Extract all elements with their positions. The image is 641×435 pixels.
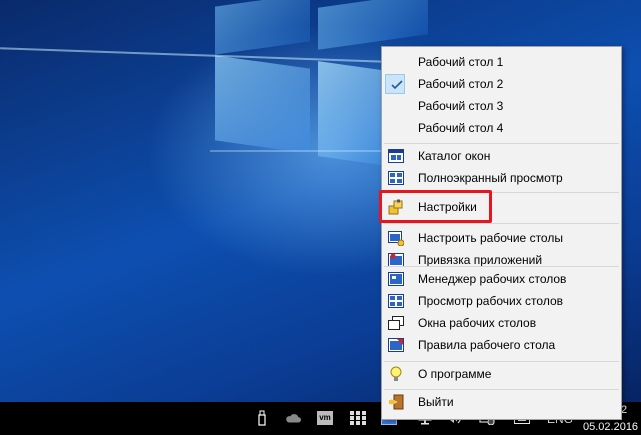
menu-item-label: Окна рабочих столов [418,316,537,330]
menu-item-desktop-1[interactable]: Рабочий стол 1 [382,51,621,73]
desktop-view-icon [388,293,404,309]
menu-item-desktop-windows[interactable]: Окна рабочих столов [382,312,621,334]
fullscreen-view-icon [388,170,404,186]
menu-item-fullscreen-view[interactable]: Полноэкранный просмотр [382,167,621,189]
menu-item-label: Просмотр рабочих столов [418,294,564,308]
menu-separator [384,143,619,144]
menu-item-desktop-rules[interactable]: Правила рабочего стола [382,334,621,356]
menu-item-exit[interactable]: Выйти [382,391,621,413]
context-menu: Рабочий стол 1 Рабочий стол 2 Рабочий ст… [381,46,622,420]
checkmark-icon [390,77,406,93]
windows-logo-pane-bottom-left [215,55,310,154]
menu-item-about[interactable]: О программе [382,363,621,385]
menu-item-label: Настроить рабочие столы [418,231,563,245]
clock-date[interactable]: 05.02.2016 [583,421,638,433]
menu-separator [384,361,619,362]
vm-badge: vm [317,411,333,425]
vmware-icon[interactable]: vm [317,410,333,426]
menu-item-label: Полноэкранный просмотр [418,171,563,185]
menu-item-desktop-2[interactable]: Рабочий стол 2 [382,73,621,95]
menu-item-label: Каталог окон [418,149,491,163]
menu-item-desktop-3[interactable]: Рабочий стол 3 [382,95,621,117]
configure-desktops-icon [388,230,405,247]
exit-door-icon [388,394,404,410]
onedrive-icon[interactable] [285,410,301,426]
menu-item-label: Выйти [418,395,454,409]
menu-item-label: О программе [418,367,492,381]
menu-separator [384,389,619,390]
menu-item-label: Правила рабочего стола [418,338,556,352]
lightbulb-icon [388,366,404,382]
menu-separator [384,223,619,224]
light-ray [0,47,385,63]
windows-logo-pane-top-right [318,0,428,50]
menu-item-desktop-view[interactable]: Просмотр рабочих столов [382,290,621,312]
desktop-windows-icon [388,315,404,331]
menu-separator [384,266,619,267]
windows-logo-pane-top-left [215,0,310,55]
menu-item-label: Рабочий стол 1 [418,55,504,69]
usb-drive-icon[interactable] [254,410,270,426]
grid-app-icon[interactable] [350,410,366,426]
menu-item-label: Рабочий стол 4 [418,121,504,135]
desktop-rules-icon [388,337,404,353]
menu-item-configure-desktops[interactable]: Настроить рабочие столы [382,227,621,249]
menu-item-desktop-manager[interactable]: Менеджер рабочих столов [382,268,621,290]
menu-item-window-catalog[interactable]: Каталог окон [382,145,621,167]
settings-highlight-frame [379,190,492,223]
menu-item-desktop-4[interactable]: Рабочий стол 4 [382,117,621,139]
window-catalog-icon [388,148,404,164]
desktop-manager-icon [388,271,404,287]
menu-item-label: Рабочий стол 2 [418,77,504,91]
menu-item-label: Менеджер рабочих столов [418,272,567,286]
light-ray [210,150,385,152]
menu-item-label: Рабочий стол 3 [418,99,504,113]
